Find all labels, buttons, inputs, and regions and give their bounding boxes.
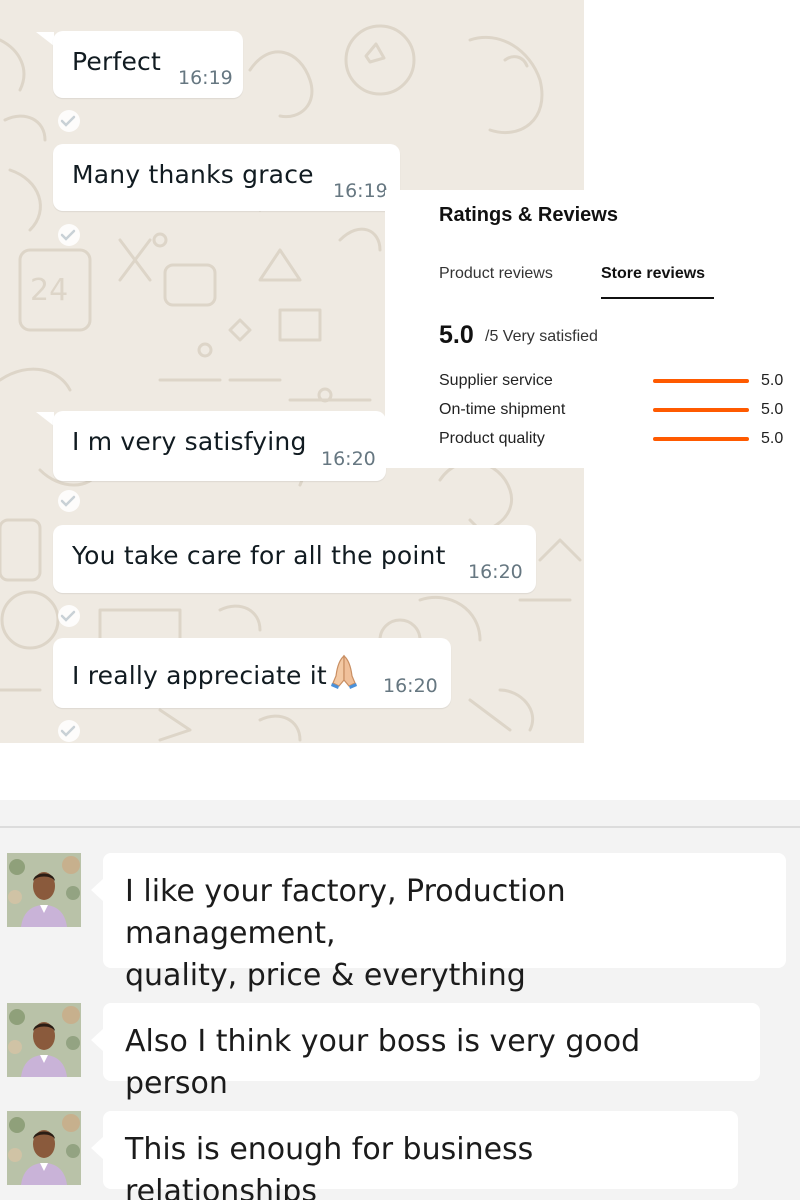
chat-message[interactable]: You take care for all the point 16:20: [53, 525, 536, 593]
double-check-icon: [58, 490, 80, 512]
message-text: Perfect: [72, 47, 161, 76]
message-line: quality, price & everything: [125, 958, 526, 993]
user-avatar[interactable]: [7, 853, 81, 927]
user-avatar[interactable]: [7, 1111, 81, 1185]
metric-bar: [653, 408, 749, 412]
folded-hands-emoji: [330, 654, 357, 689]
tab-store-reviews[interactable]: Store reviews: [601, 265, 705, 283]
chat-message[interactable]: I m very satisfying 16:20: [53, 411, 386, 481]
chat-message[interactable]: I really appreciate it 16:20: [53, 638, 451, 708]
double-check-icon: [58, 110, 80, 132]
chat-message[interactable]: I like your factory, Production manageme…: [103, 853, 786, 993]
svg-text:24: 24: [30, 273, 68, 308]
lower-chat-panel: I like your factory, Production manageme…: [0, 800, 800, 1200]
chat-message[interactable]: Many thanks grace 16:19: [53, 144, 400, 211]
message-text: I really appreciate it: [72, 652, 359, 690]
metric-label: Product quality: [439, 430, 545, 447]
message-line: This is enough for business relationship…: [125, 1132, 534, 1200]
user-avatar[interactable]: [7, 1003, 81, 1077]
tab-product-reviews[interactable]: Product reviews: [439, 265, 553, 283]
double-check-icon: [58, 720, 80, 742]
message-time: 16:20: [468, 561, 523, 583]
message-text-content: I really appreciate it: [72, 661, 327, 690]
active-tab-indicator: [601, 297, 714, 299]
message-text: I m very satisfying: [72, 427, 307, 456]
avatar-image: [7, 853, 81, 927]
double-check-icon: [58, 224, 80, 246]
message-time: 16:20: [321, 448, 376, 470]
message-line: Also I think your boss is very good pers…: [125, 1024, 641, 1101]
message-text: Many thanks grace: [72, 160, 314, 189]
metric-value: 5.0: [761, 430, 784, 447]
metric-label: Supplier service: [439, 372, 553, 389]
message-text: You take care for all the point: [72, 541, 446, 570]
overall-score-suffix: /5 Very satisfied: [485, 328, 598, 345]
metric-label: On-time shipment: [439, 401, 566, 418]
divider: [0, 826, 800, 828]
chat-message[interactable]: Also I think your boss is very good pers…: [103, 1003, 760, 1101]
avatar-image: [7, 1111, 81, 1185]
metric-bar: [653, 379, 749, 383]
bubble-tail: [36, 412, 54, 426]
message-time: 16:19: [178, 67, 233, 89]
chat-message[interactable]: This is enough for business relationship…: [103, 1111, 738, 1200]
avatar-image: [7, 1003, 81, 1077]
overall-score: 5.0: [439, 321, 474, 349]
metric-value: 5.0: [761, 372, 784, 389]
ratings-title: Ratings & Reviews: [439, 204, 618, 226]
double-check-icon: [58, 605, 80, 627]
chat-message[interactable]: Perfect 16:19: [53, 31, 243, 98]
message-line: I like your factory, Production manageme…: [125, 874, 566, 951]
message-time: 16:19: [333, 180, 388, 202]
bubble-tail: [36, 32, 54, 46]
message-time: 16:20: [383, 675, 438, 697]
ratings-reviews-card: Ratings & Reviews Product reviews Store …: [385, 190, 800, 468]
metric-bar: [653, 437, 749, 441]
metric-value: 5.0: [761, 401, 784, 418]
